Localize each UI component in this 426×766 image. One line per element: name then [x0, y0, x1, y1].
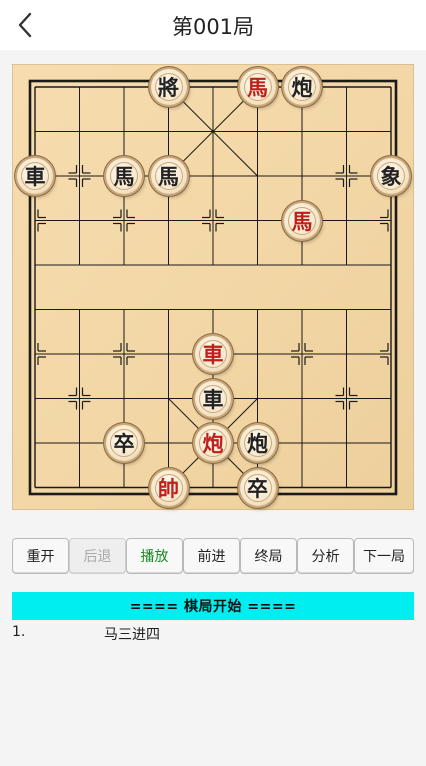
piece-r-ju[interactable]: 車: [195, 336, 231, 372]
piece-b-jiang[interactable]: 將: [150, 69, 187, 105]
game-start-banner: ==== 棋局开始 ====: [12, 592, 414, 620]
move-number: 1.: [12, 624, 26, 640]
play-button[interactable]: 播放: [126, 538, 183, 574]
piece-label: 馬: [113, 164, 135, 189]
forward-button[interactable]: 前进: [183, 538, 240, 574]
chess-board[interactable]: 將馬炮車馬馬象馬車車卒炮炮帥卒: [12, 64, 414, 510]
move-notation: 马三进四: [104, 627, 160, 643]
piece-r-shuai[interactable]: 帥: [150, 469, 187, 506]
piece-label: 帥: [158, 475, 179, 501]
piece-label: 炮: [247, 431, 268, 456]
piece-label: 將: [158, 75, 179, 100]
piece-r-ma-1[interactable]: 馬: [239, 69, 276, 105]
piece-b-ma-2[interactable]: 馬: [150, 158, 187, 194]
piece-label: 馬: [291, 208, 313, 234]
analyze-button[interactable]: 分析: [297, 538, 354, 574]
next-game-button[interactable]: 下一局: [354, 538, 414, 574]
piece-b-ma-1[interactable]: 馬: [106, 158, 142, 194]
piece-b-ju-1[interactable]: 車: [17, 158, 53, 194]
piece-label: 馬: [158, 164, 179, 189]
piece-b-zu-2[interactable]: 卒: [239, 469, 276, 506]
undo-button[interactable]: 后退: [69, 538, 126, 574]
list-item[interactable]: 1. 马三进四: [12, 624, 414, 644]
piece-label: 卒: [247, 475, 268, 501]
piece-b-pao-1[interactable]: 炮: [284, 69, 320, 105]
page-title: 第001局: [171, 15, 255, 39]
piece-label: 車: [202, 386, 224, 412]
piece-b-pao-2[interactable]: 炮: [239, 425, 276, 461]
move-list: 1. 马三进四: [12, 624, 414, 644]
piece-b-xiang[interactable]: 象: [373, 158, 409, 194]
end-button[interactable]: 终局: [240, 538, 297, 574]
piece-label: 車: [202, 342, 224, 367]
piece-label: 馬: [247, 75, 268, 100]
piece-r-ma-2[interactable]: 馬: [284, 202, 320, 239]
piece-label: 炮: [291, 75, 313, 100]
piece-label: 卒: [113, 431, 135, 456]
piece-b-zu-1[interactable]: 卒: [106, 425, 142, 461]
piece-b-ju-2[interactable]: 車: [195, 380, 231, 417]
piece-label: 炮: [202, 431, 224, 456]
restart-button[interactable]: 重开: [12, 538, 69, 574]
app-header: 第001局: [0, 0, 426, 50]
piece-label: 象: [380, 164, 402, 189]
piece-r-pao[interactable]: 炮: [195, 425, 231, 461]
piece-label: 車: [24, 164, 46, 189]
